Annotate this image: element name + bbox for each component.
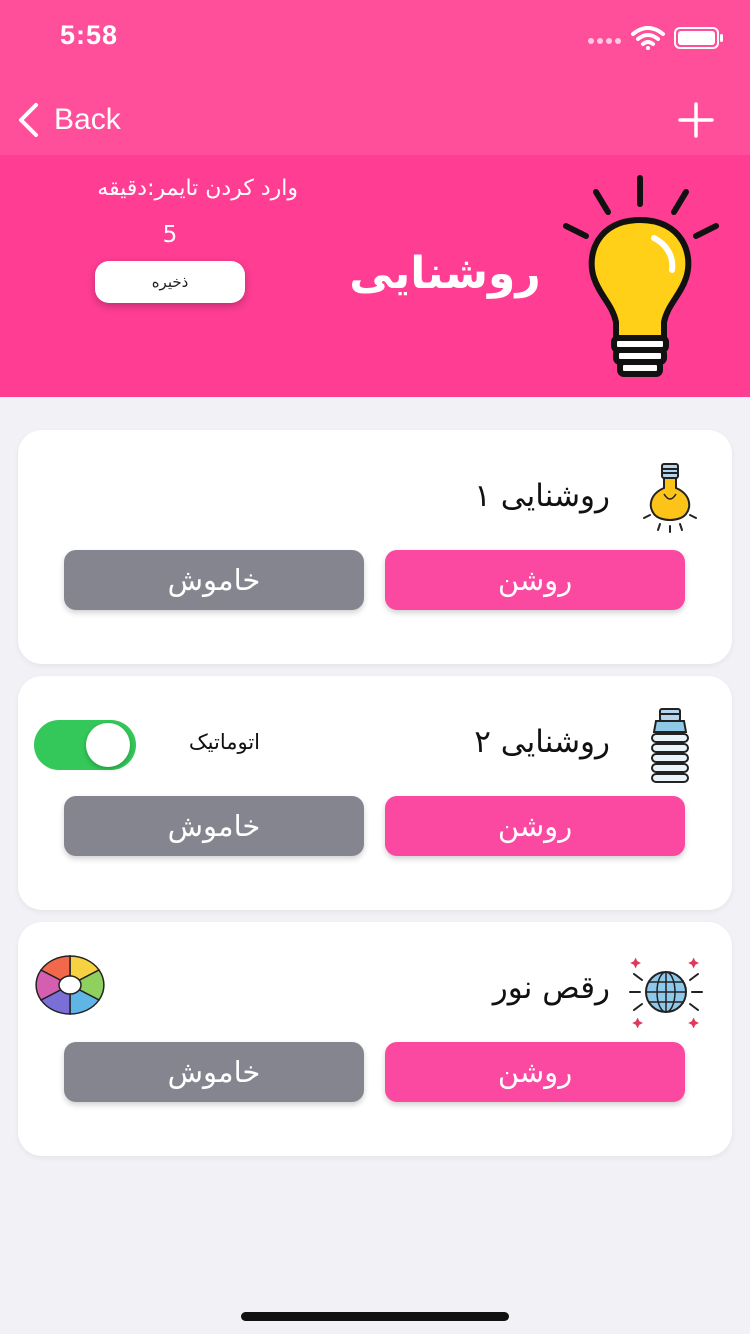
signal-icon — [588, 38, 621, 44]
timer-value[interactable]: 5 — [120, 222, 220, 248]
status-time: 5:58 — [60, 20, 119, 50]
wifi-icon — [631, 26, 665, 50]
card-title: رقص نور — [492, 970, 610, 1006]
on-button[interactable]: روشن — [385, 796, 685, 856]
chevron-left-icon — [19, 103, 38, 137]
cfl-bulb-icon — [651, 708, 689, 783]
auto-toggle[interactable] — [34, 720, 136, 770]
disco-ball-icon — [629, 957, 703, 1029]
back-label: Back — [54, 103, 121, 136]
timer-label: وارد کردن تایمر:دقیقه — [97, 176, 298, 201]
color-wheel-icon[interactable] — [34, 954, 106, 1016]
light-card-2: روشنایی ۲ اتوماتیک روشن خاموش — [18, 676, 732, 910]
off-button[interactable]: خاموش — [64, 1042, 364, 1102]
lightbulb-icon — [563, 175, 719, 377]
card-title: روشنایی ۲ — [474, 724, 610, 760]
home-indicator — [241, 1312, 509, 1321]
bulb-icon — [643, 463, 697, 533]
off-button[interactable]: خاموش — [64, 550, 364, 610]
card-title: روشنایی ۱ — [474, 478, 610, 514]
on-button[interactable]: روشن — [385, 550, 685, 610]
light-card-1: روشنایی ۱ روشن خاموش — [18, 430, 732, 664]
add-button[interactable] — [676, 100, 716, 140]
toggle-knob — [86, 723, 130, 767]
status-bar: 5:58 — [0, 0, 750, 80]
page-title: روشنایی — [349, 248, 541, 299]
on-button[interactable]: روشن — [385, 1042, 685, 1102]
off-button[interactable]: خاموش — [64, 796, 364, 856]
auto-label: اتوماتیک — [188, 730, 260, 754]
light-card-3: رقص نور روشن خاموش — [18, 922, 732, 1156]
back-button[interactable]: Back — [16, 100, 121, 140]
header-panel: وارد کردن تایمر:دقیقه 5 ذخیره روشنایی — [0, 156, 750, 397]
save-button[interactable]: ذخیره — [95, 261, 245, 303]
battery-icon — [674, 27, 723, 49]
navigation-bar: Back — [0, 80, 750, 156]
